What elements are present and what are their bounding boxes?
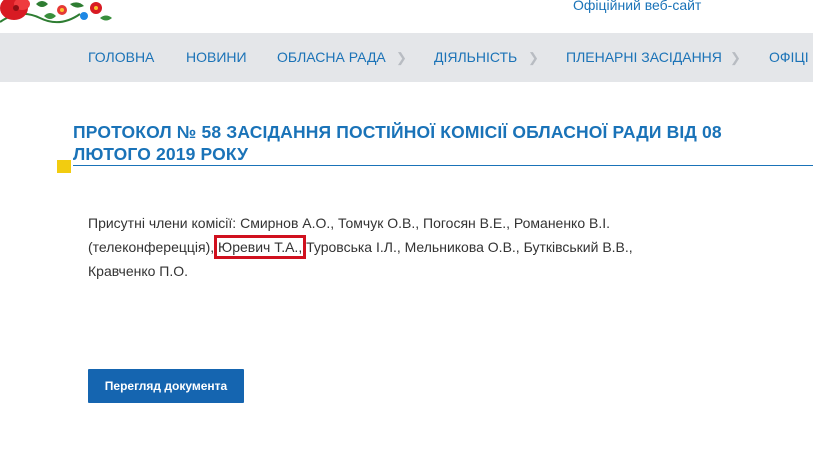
members-present-text: Присутні члени комісії: Смирнов А.О., То…	[88, 211, 648, 283]
floral-ornament-icon[interactable]	[0, 0, 112, 30]
nav-item-regional-council[interactable]: Обласна рада	[277, 33, 386, 82]
main-nav: Головна Новини Обласна рада ❯ Діяльність…	[0, 33, 813, 82]
site-tagline: Офіційний веб-сайт	[573, 0, 702, 13]
title-divider	[73, 165, 813, 166]
chevron-right-icon: ❯	[528, 50, 539, 65]
highlighted-member: Юревич Т.А.,	[214, 235, 307, 259]
top-header: Офіційний веб-сайт	[0, 0, 813, 33]
page-title: ПРОТОКОЛ № 58 ЗАСІДАННЯ ПОСТІЙНОЇ КОМІСІ…	[73, 122, 722, 164]
nav-item-official[interactable]: Офіці	[769, 33, 809, 82]
nav-item-plenary-sessions[interactable]: Пленарні засідання	[566, 33, 722, 82]
chevron-right-icon: ❯	[730, 50, 741, 65]
view-document-button[interactable]: Перегляд документа	[88, 369, 244, 403]
nav-item-home[interactable]: Головна	[88, 33, 154, 82]
nav-item-news[interactable]: Новини	[186, 33, 247, 82]
title-marker	[57, 160, 71, 173]
nav-item-activity[interactable]: Діяльність	[434, 33, 517, 82]
chevron-right-icon: ❯	[396, 50, 407, 65]
